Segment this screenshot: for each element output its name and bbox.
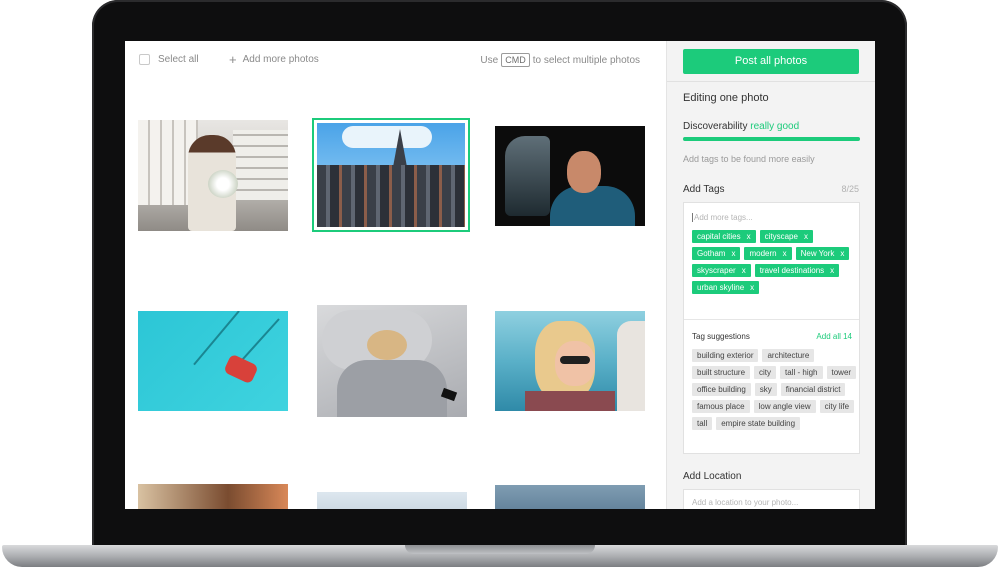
tag-suggestion[interactable]: office building (692, 383, 751, 396)
remove-tag-icon[interactable]: x (804, 232, 808, 241)
cmd-hint-prefix: Use (480, 54, 499, 66)
tag-suggestion[interactable]: tall (692, 417, 713, 430)
post-all-photos-button[interactable]: Post all photos (683, 49, 859, 74)
discoverability-progress-bar (683, 137, 860, 141)
discoverability-row: Discoverability really good (683, 121, 799, 132)
tag-chip[interactable]: New York x (795, 247, 850, 260)
tag-chip-label: Gotham (697, 249, 726, 258)
tag-suggestion[interactable]: building exterior (692, 349, 759, 362)
tag-suggestion-list: building exterior architecture built struc… (692, 349, 857, 430)
remove-tag-icon[interactable]: x (747, 232, 751, 241)
remove-tag-icon[interactable]: x (742, 266, 746, 275)
tag-count: 8/25 (841, 184, 859, 194)
tag-chip[interactable]: urban skyline x (692, 281, 760, 294)
tag-suggestion[interactable]: tall - high (780, 366, 823, 379)
photo-thumbnail[interactable] (495, 311, 645, 411)
remove-tag-icon[interactable]: x (840, 249, 844, 258)
cmd-key-badge: CMD (501, 53, 530, 67)
photo-thumbnail[interactable] (495, 126, 645, 226)
tag-chip[interactable]: travel destinations x (754, 264, 840, 277)
tag-chip-label: skyscraper (697, 266, 736, 275)
tag-chip[interactable]: capital cities x (692, 230, 756, 243)
remove-tag-icon[interactable]: x (731, 249, 735, 258)
multi-select-hint: Use CMD to select multiple photos (480, 53, 640, 67)
select-all-checkbox[interactable] (139, 54, 150, 65)
tag-suggestion[interactable]: tower (826, 366, 857, 379)
add-tags-input[interactable]: Add more tags... (692, 213, 753, 222)
tag-suggestion[interactable]: sky (754, 383, 777, 396)
tag-suggestion[interactable]: city life (819, 400, 855, 413)
tag-chip[interactable]: modern x (744, 247, 792, 260)
discoverability-value: really good (750, 121, 800, 132)
plus-icon: + (229, 51, 237, 67)
tag-suggestion[interactable]: built structure (692, 366, 751, 379)
tag-chip-list: capital cities x cityscape x Gotham x modern x N… (692, 230, 857, 294)
tag-chip[interactable]: cityscape x (759, 230, 813, 243)
tag-suggestion[interactable]: city (754, 366, 777, 379)
photo-thumbnail[interactable] (138, 120, 288, 231)
tag-chip-label: capital cities (697, 232, 741, 241)
photo-thumbnail[interactable] (317, 492, 467, 509)
add-all-suggestions-link[interactable]: Add all 14 (816, 332, 852, 341)
tag-suggestion[interactable]: empire state building (716, 417, 801, 430)
divider (667, 81, 875, 82)
add-tags-heading: Add Tags (683, 184, 725, 195)
add-location-heading: Add Location (683, 471, 742, 482)
photo-thumbnail[interactable] (317, 305, 467, 417)
remove-tag-icon[interactable]: x (783, 249, 787, 258)
app-screen: Select all + Add more photos Use CMD to … (125, 41, 875, 509)
tag-chip[interactable]: skyscraper x (692, 264, 751, 277)
location-input[interactable]: Add a location to your photo... (683, 489, 860, 509)
discoverability-hint: Add tags to be found more easily (683, 154, 815, 164)
tag-suggestion[interactable]: architecture (762, 349, 815, 362)
select-all-label: Select all (158, 54, 199, 65)
photo-thumbnail[interactable] (138, 311, 288, 411)
tag-suggestion[interactable]: financial district (780, 383, 846, 396)
tag-chip-label: modern (749, 249, 777, 258)
tag-suggestion[interactable]: famous place (692, 400, 750, 413)
tags-editor: Add more tags... capital cities x cityscap… (683, 202, 860, 454)
remove-tag-icon[interactable]: x (830, 266, 834, 275)
tag-suggestion[interactable]: low angle view (753, 400, 816, 413)
edit-panel: Post all photos Editing one photo Discov… (666, 41, 875, 509)
editing-title: Editing one photo (683, 92, 769, 104)
photo-thumbnail-selected[interactable] (312, 118, 470, 232)
photo-thumbnail[interactable] (138, 484, 288, 509)
tag-chip[interactable]: Gotham x (692, 247, 741, 260)
tag-chip-label: urban skyline (697, 283, 745, 292)
discoverability-label: Discoverability (683, 121, 748, 132)
cmd-hint-suffix: to select multiple photos (532, 54, 640, 66)
divider (684, 319, 859, 320)
remove-tag-icon[interactable]: x (750, 283, 754, 292)
select-all-control[interactable]: Select all (139, 54, 199, 65)
discoverability-progress-fill (683, 137, 860, 141)
add-more-photos-label: Add more photos (242, 54, 319, 65)
laptop-notch (405, 545, 595, 554)
tag-chip-label: travel destinations (759, 266, 825, 275)
add-more-photos-button[interactable]: + Add more photos (229, 51, 319, 67)
tag-suggestions-heading: Tag suggestions (692, 332, 750, 341)
photo-toolbar: Select all + Add more photos Use CMD to … (125, 41, 666, 81)
tag-chip-label: New York (800, 249, 835, 258)
photo-thumbnail[interactable] (495, 485, 645, 509)
tag-chip-label: cityscape (764, 232, 798, 241)
